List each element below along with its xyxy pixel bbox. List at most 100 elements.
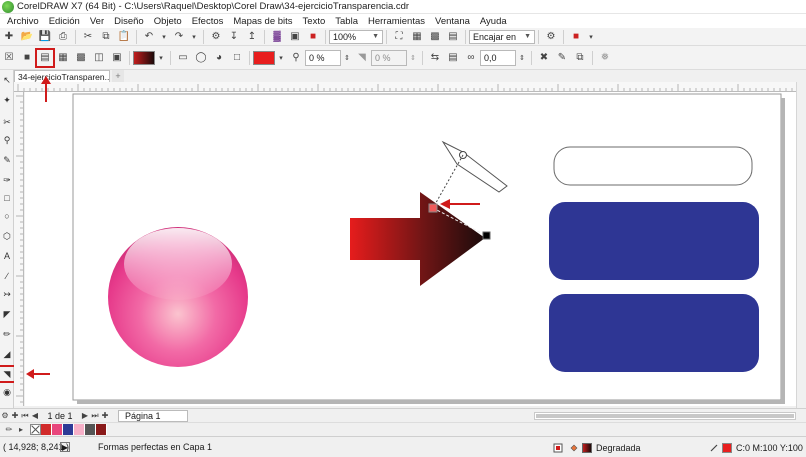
export-icon[interactable]: ↥: [245, 30, 259, 44]
menu-edicion[interactable]: Edición: [44, 16, 85, 27]
menu-mapas-de-bits[interactable]: Mapas de bits: [228, 16, 297, 27]
settings-icon[interactable]: ⚙: [0, 411, 10, 420]
node-color-swatch[interactable]: [253, 50, 275, 65]
transparency-tool-icon[interactable]: ◥: [0, 365, 16, 383]
full-screen-icon[interactable]: ⛶: [392, 30, 406, 44]
menu-texto[interactable]: Texto: [298, 16, 331, 27]
menu-efectos[interactable]: Efectos: [187, 16, 229, 27]
palette-swatch[interactable]: [96, 424, 107, 435]
crop-tool-icon[interactable]: ✂: [1, 116, 13, 128]
save-icon[interactable]: 💾: [38, 30, 52, 44]
vector-pattern-transparency-icon[interactable]: ▦: [56, 51, 70, 65]
copy-icon[interactable]: ⧉: [99, 30, 113, 44]
pink-sphere[interactable]: [108, 227, 248, 367]
ellipse-tool-icon[interactable]: ○: [1, 210, 13, 222]
rectangle-tool-icon[interactable]: □: [1, 192, 13, 204]
publish-pdf-icon[interactable]: ■: [306, 30, 320, 44]
gradient-picker-swatch[interactable]: [133, 50, 155, 65]
edit-transparency-icon[interactable]: ✎: [555, 51, 569, 65]
repeat-mirror-icon[interactable]: ▤: [446, 51, 460, 65]
polygon-tool-icon[interactable]: ⬡: [1, 230, 13, 242]
print-icon[interactable]: ⎙: [56, 30, 70, 44]
drop-shadow-tool-icon[interactable]: ◤: [1, 308, 13, 320]
smart-fill-tool-icon[interactable]: ◉: [1, 386, 13, 398]
no-color-swatch[interactable]: [30, 424, 41, 435]
rectangular-fountain-icon[interactable]: □: [230, 51, 244, 65]
rounded-rectangle-blue-bottom[interactable]: [549, 294, 759, 372]
zoom-select[interactable]: 100% ▼: [329, 29, 383, 44]
node-color-dropdown-icon[interactable]: ▾: [276, 51, 286, 65]
parallel-dimension-tool-icon[interactable]: ∕: [1, 270, 13, 282]
add-page-icon[interactable]: ✚: [10, 411, 20, 420]
reverse-fill-icon[interactable]: ⇆: [428, 51, 442, 65]
freeze-transparency-icon[interactable]: ❅: [598, 51, 612, 65]
cut-icon[interactable]: ✂: [81, 30, 95, 44]
vertical-scrollbar[interactable]: [796, 82, 806, 408]
undo-icon[interactable]: ↶: [142, 30, 156, 44]
transparency-value-field[interactable]: 0 %: [305, 49, 341, 66]
next-page-icon[interactable]: ▶: [80, 411, 90, 420]
bitmap-pattern-transparency-icon[interactable]: ▩: [74, 51, 88, 65]
outline-color-swatch[interactable]: [722, 442, 732, 453]
palette-swatch[interactable]: [74, 424, 85, 435]
pick-tool-icon[interactable]: ↖: [1, 74, 13, 86]
menu-ventana[interactable]: Ventana: [430, 16, 475, 27]
texture-transparency-icon[interactable]: ▣: [110, 51, 124, 65]
no-transparency-icon[interactable]: ☒: [2, 51, 16, 65]
angle-spin-icon[interactable]: ⇕: [517, 51, 527, 65]
palette-swatch[interactable]: [85, 424, 96, 435]
transparency-spin-icon[interactable]: ⇕: [342, 51, 352, 65]
zoom-tool-icon[interactable]: ⚲: [1, 134, 13, 146]
new-tab-icon[interactable]: +: [112, 70, 124, 82]
gradient-picker-dropdown-icon[interactable]: ▾: [156, 51, 166, 65]
node-position-field[interactable]: 0 %: [371, 49, 407, 66]
two-color-pattern-transparency-icon[interactable]: ◫: [92, 51, 106, 65]
fountain-transparency-icon[interactable]: ▤: [35, 47, 55, 68]
document-tab[interactable]: 34-ejercicioTransparen...: [14, 70, 110, 82]
paste-icon[interactable]: 📋: [117, 30, 131, 44]
eyedropper-icon[interactable]: ✏: [4, 425, 14, 434]
undo-dropdown-icon[interactable]: ▾: [159, 30, 169, 44]
shape-tool-icon[interactable]: ✦: [1, 94, 13, 106]
menu-ayuda[interactable]: Ayuda: [475, 16, 512, 27]
new-document-icon[interactable]: ✚: [2, 30, 16, 44]
node-position-spin-icon[interactable]: ⇕: [408, 51, 418, 65]
eyedropper-tool-icon[interactable]: ✏: [1, 328, 13, 340]
redo-icon[interactable]: ↷: [172, 30, 186, 44]
horizontal-scrollbar[interactable]: [534, 412, 796, 420]
rounded-rectangle-outline[interactable]: [553, 146, 753, 186]
menu-ver[interactable]: Ver: [85, 16, 109, 27]
uniform-transparency-icon[interactable]: ■: [20, 51, 34, 65]
import-icon[interactable]: ↧: [227, 30, 241, 44]
add-page-end-icon[interactable]: ✚: [100, 411, 110, 420]
open-folder-icon[interactable]: 📂: [20, 30, 34, 44]
palette-swatch[interactable]: [41, 424, 52, 435]
menu-tabla[interactable]: Tabla: [330, 16, 363, 27]
snap-to-select[interactable]: Encajar en ▼: [469, 29, 535, 44]
menu-archivo[interactable]: Archivo: [2, 16, 44, 27]
conical-fountain-icon[interactable]: ◕: [212, 51, 226, 65]
play-icon[interactable]: ▶: [60, 442, 70, 452]
menu-herramientas[interactable]: Herramientas: [363, 16, 430, 27]
search-content-icon[interactable]: ⚙: [209, 30, 223, 44]
show-rulers-icon[interactable]: ▦: [410, 30, 424, 44]
rounded-rectangle-blue-top[interactable]: [549, 202, 759, 280]
color-proofing-icon[interactable]: [553, 443, 563, 453]
welcome-screen-icon[interactable]: ▣: [288, 30, 302, 44]
previous-page-icon[interactable]: ◀: [30, 411, 40, 420]
fill-gradient-swatch[interactable]: [582, 442, 592, 453]
palette-swatch[interactable]: [52, 424, 63, 435]
angle-field[interactable]: 0,0: [480, 49, 516, 66]
horizontal-scroll-thumb[interactable]: [536, 414, 794, 418]
interactive-fill-tool-icon[interactable]: ◢: [1, 348, 13, 360]
show-grid-icon[interactable]: ▩: [428, 30, 442, 44]
last-page-icon[interactable]: ⏭: [90, 411, 100, 421]
artistic-media-tool-icon[interactable]: ✑: [1, 174, 13, 186]
menu-diseno[interactable]: Diseño: [109, 16, 149, 27]
linear-fountain-icon[interactable]: ▭: [176, 51, 190, 65]
elliptical-fountain-icon[interactable]: ◯: [194, 51, 208, 65]
page-tab-1[interactable]: Página 1: [118, 409, 188, 422]
text-tool-icon[interactable]: A: [1, 250, 13, 262]
drawing-canvas[interactable]: [25, 92, 796, 406]
vertical-ruler[interactable]: [14, 92, 24, 406]
